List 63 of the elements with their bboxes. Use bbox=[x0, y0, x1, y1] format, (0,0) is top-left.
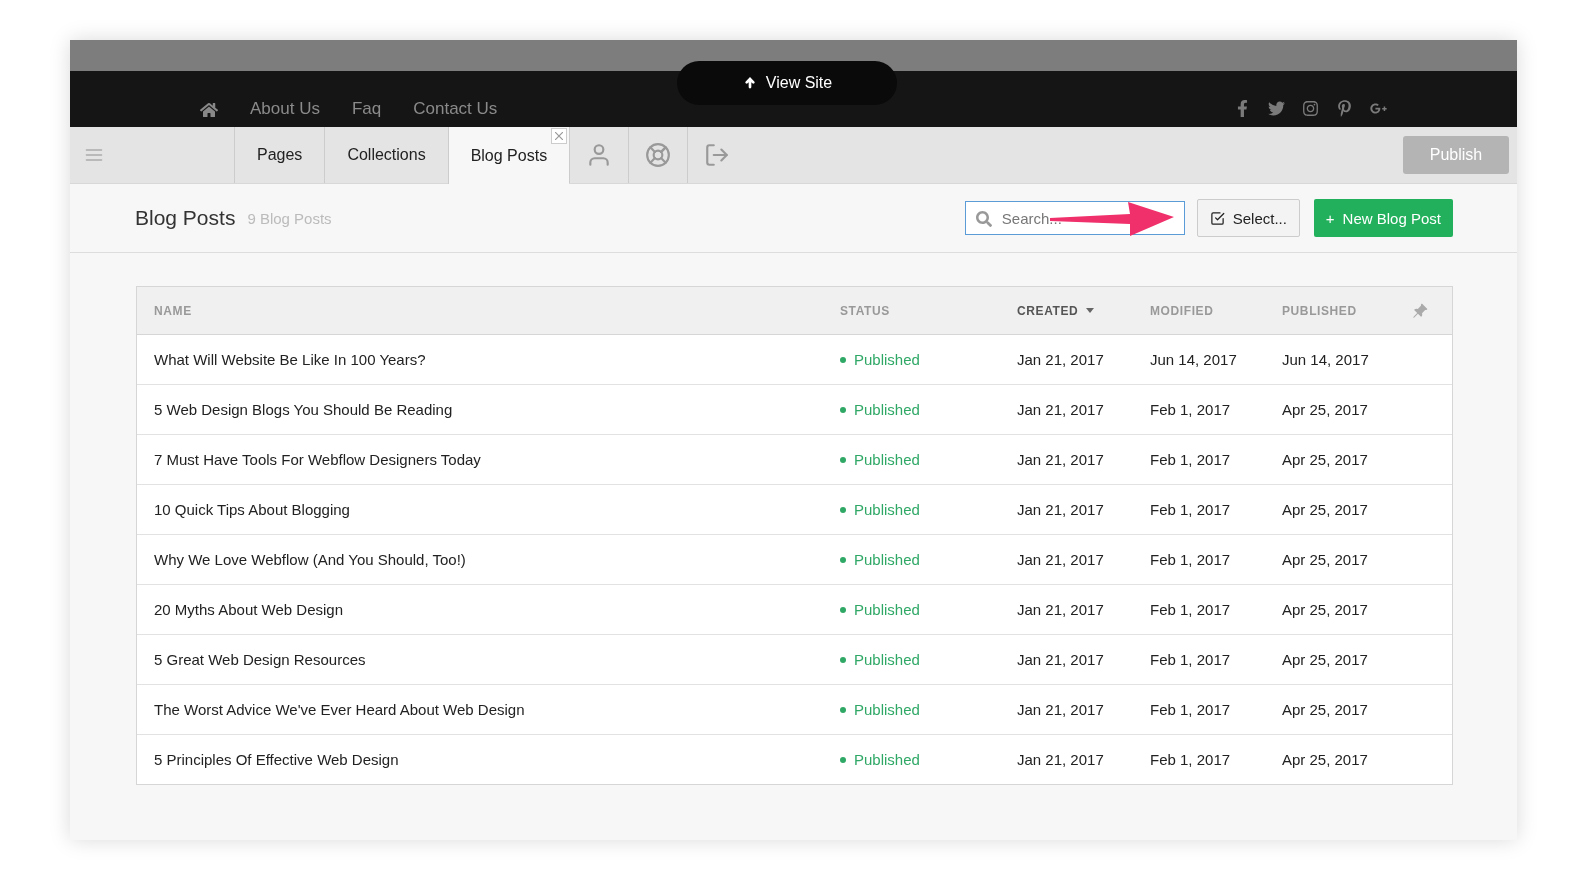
close-icon[interactable] bbox=[555, 132, 564, 140]
published-date: Apr 25, 2017 bbox=[1282, 451, 1369, 468]
select-button[interactable]: Select... bbox=[1196, 199, 1300, 237]
status-label: Published bbox=[840, 701, 1017, 718]
status-label: Published bbox=[840, 551, 1017, 568]
created-date: Jan 21, 2017 bbox=[1017, 351, 1105, 368]
post-title[interactable]: 10 Quick Tips About Blogging bbox=[154, 501, 840, 518]
created-date: Jan 21, 2017 bbox=[1017, 601, 1105, 618]
twitter-icon[interactable] bbox=[1268, 100, 1285, 117]
nav-link[interactable]: About Us bbox=[250, 99, 320, 127]
modified-date: Feb 1, 2017 bbox=[1150, 451, 1232, 468]
published-date: Apr 25, 2017 bbox=[1282, 551, 1369, 568]
post-count: 9 Blog Posts bbox=[247, 209, 332, 227]
page-title: Blog Posts bbox=[135, 206, 236, 230]
view-site-button[interactable]: View Site bbox=[677, 61, 897, 105]
created-date: Jan 21, 2017 bbox=[1017, 751, 1105, 768]
status-label: Published bbox=[840, 651, 1017, 668]
post-title[interactable]: Why We Love Webflow (And You Should, Too!) bbox=[154, 551, 840, 568]
instagram-icon[interactable] bbox=[1302, 100, 1319, 117]
status-label: Published bbox=[840, 351, 1017, 368]
post-title[interactable]: What Will Website Be Like In 100 Years? bbox=[154, 351, 840, 368]
home-icon[interactable] bbox=[200, 101, 218, 119]
search-icon bbox=[975, 211, 992, 227]
created-date: Jan 21, 2017 bbox=[1017, 501, 1105, 518]
published-date: Jun 14, 2017 bbox=[1282, 351, 1370, 368]
nav-link[interactable]: Faq bbox=[351, 99, 382, 127]
published-date: Apr 25, 2017 bbox=[1282, 651, 1369, 668]
column-header[interactable]: CREATED bbox=[1017, 303, 1150, 318]
status-label: Published bbox=[840, 751, 1017, 768]
modified-date: Feb 1, 2017 bbox=[1150, 701, 1232, 718]
sort-caret-icon bbox=[1086, 308, 1095, 313]
modified-date: Feb 1, 2017 bbox=[1150, 401, 1232, 418]
post-title[interactable]: The Worst Advice We've Ever Heard About Web Design bbox=[154, 701, 840, 718]
published-date: Apr 25, 2017 bbox=[1282, 501, 1369, 518]
published-date: Apr 25, 2017 bbox=[1282, 701, 1369, 718]
status-label: Published bbox=[840, 601, 1017, 618]
post-title[interactable]: 5 Web Design Blogs You Should Be Reading bbox=[154, 401, 840, 418]
created-date: Jan 21, 2017 bbox=[1017, 701, 1105, 718]
created-date: Jan 21, 2017 bbox=[1017, 551, 1105, 568]
nav-link[interactable]: Contact Us bbox=[413, 99, 498, 127]
modified-date: Jun 14, 2017 bbox=[1150, 351, 1238, 368]
status-label: Published bbox=[840, 401, 1017, 418]
post-title[interactable]: 20 Myths About Web Design bbox=[154, 601, 840, 618]
status-label: Published bbox=[840, 451, 1017, 468]
modified-date: Feb 1, 2017 bbox=[1150, 601, 1232, 618]
published-date: Apr 25, 2017 bbox=[1282, 401, 1369, 418]
published-date: Apr 25, 2017 bbox=[1282, 601, 1369, 618]
created-date: Jan 21, 2017 bbox=[1017, 401, 1105, 418]
modified-date: Feb 1, 2017 bbox=[1150, 751, 1232, 768]
status-label: Published bbox=[840, 501, 1017, 518]
created-date: Jan 21, 2017 bbox=[1017, 651, 1105, 668]
created-date: Jan 21, 2017 bbox=[1017, 451, 1105, 468]
post-title[interactable]: 5 Principles Of Effective Web Design bbox=[154, 751, 840, 768]
post-title[interactable]: 7 Must Have Tools For Webflow Designers Today bbox=[154, 451, 840, 468]
published-date: Apr 25, 2017 bbox=[1282, 751, 1369, 768]
modified-date: Feb 1, 2017 bbox=[1150, 551, 1232, 568]
editor-tab[interactable]: Blog Posts bbox=[447, 127, 570, 184]
modified-date: Feb 1, 2017 bbox=[1150, 651, 1232, 668]
pinterest-icon[interactable] bbox=[1336, 100, 1353, 117]
google-plus-icon[interactable] bbox=[1370, 100, 1387, 117]
post-title[interactable]: 5 Great Web Design Resources bbox=[154, 651, 840, 668]
checkbox-icon bbox=[1209, 210, 1225, 226]
modified-date: Feb 1, 2017 bbox=[1150, 501, 1232, 518]
